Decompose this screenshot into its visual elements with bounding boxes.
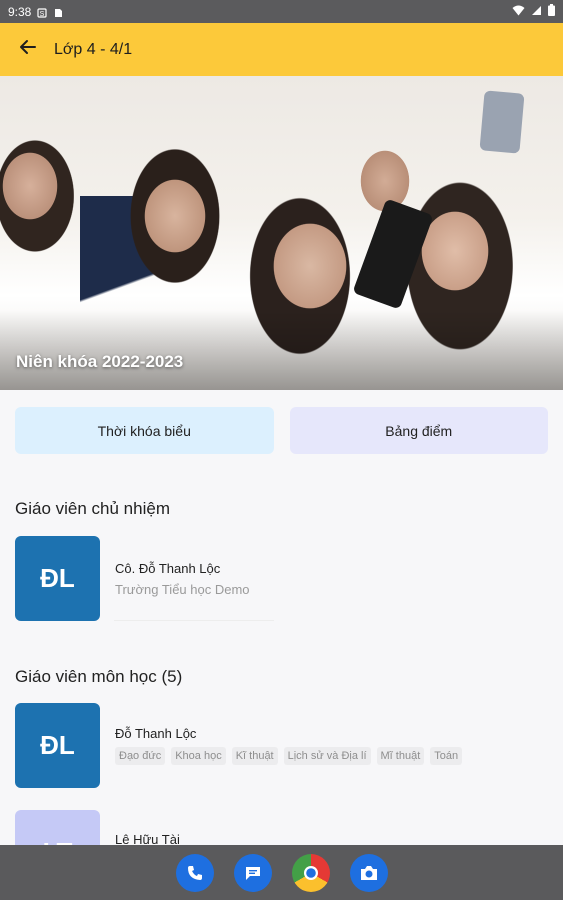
avatar: ĐL	[15, 536, 100, 621]
messages-icon[interactable]	[233, 853, 272, 892]
phone-icon[interactable]	[175, 853, 214, 892]
subject-tags: Đạo đức Khoa học Kĩ thuật Lịch sử và Địa…	[115, 747, 463, 765]
subject-tag: Lịch sử và Địa lí	[283, 747, 371, 765]
wifi-icon	[512, 5, 525, 19]
hero-decoration	[479, 90, 525, 154]
hero-decoration	[352, 198, 434, 310]
sim-card-icon	[53, 7, 63, 17]
teacher-name: Cô. Đỗ Thanh Lộc	[115, 560, 221, 576]
divider	[114, 620, 274, 621]
status-bar: 9:38 S	[0, 0, 563, 23]
hero-banner-image: Niên khóa 2022-2023	[0, 76, 563, 390]
notification-s-icon: S	[37, 7, 47, 18]
homeroom-section-title: Giáo viên chủ nhiệm	[15, 499, 170, 518]
app-bar: Lớp 4 - 4/1	[0, 23, 563, 76]
chrome-icon[interactable]	[291, 853, 330, 892]
subject-tag: Kĩ thuật	[231, 747, 278, 765]
avatar: ĐL	[15, 703, 100, 788]
subject-teacher-card[interactable]: ĐL Đỗ Thanh Lộc Đạo đức Khoa học Kĩ thuậ…	[15, 703, 463, 788]
page-title: Lớp 4 - 4/1	[54, 40, 133, 58]
subject-tag: Mĩ thuật	[376, 747, 425, 765]
teacher-name: Đỗ Thanh Lộc	[115, 726, 197, 741]
subject-tag: Toán	[430, 747, 463, 765]
hero-overlay	[0, 310, 563, 390]
signal-icon	[531, 5, 542, 19]
system-dock	[0, 845, 563, 900]
homeroom-teacher-card[interactable]: ĐL Cô. Đỗ Thanh Lộc Trường Tiểu học Demo	[15, 536, 250, 621]
battery-icon	[548, 4, 555, 19]
subject-tag: Khoa học	[171, 747, 226, 765]
subject-teachers-section-title: Giáo viên môn học (5)	[15, 667, 183, 686]
action-buttons: Thời khóa biểu Bảng điểm	[15, 407, 548, 454]
back-button[interactable]	[16, 38, 40, 62]
camera-icon[interactable]	[349, 853, 388, 892]
arrow-left-icon	[19, 38, 37, 61]
subject-tag: Đạo đức	[115, 747, 166, 765]
timetable-button[interactable]: Thời khóa biểu	[15, 407, 274, 454]
status-time: 9:38	[8, 4, 32, 19]
school-year-caption: Niên khóa 2022-2023	[16, 352, 184, 371]
svg-text:S: S	[40, 11, 45, 18]
teacher-school: Trường Tiểu học Demo	[115, 581, 250, 597]
scores-button[interactable]: Bảng điểm	[289, 407, 548, 454]
